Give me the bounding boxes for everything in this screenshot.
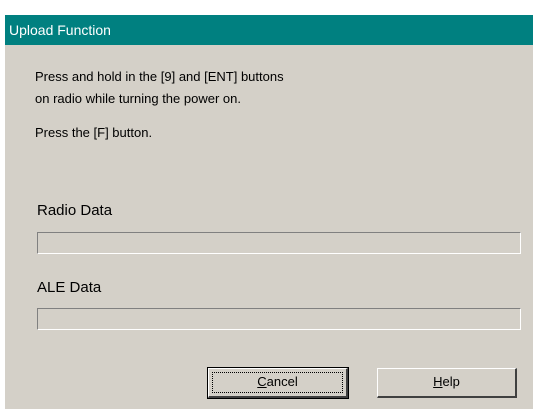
help-mnemonic: H: [433, 374, 443, 389]
cancel-label-rest: ancel: [266, 374, 298, 389]
dialog-title: Upload Function: [9, 22, 111, 38]
upload-function-dialog: Upload Function Press and hold in the [9…: [5, 15, 533, 409]
radio-data-progress-bar: [37, 232, 521, 254]
instruction-line-2: on radio while turning the power on.: [35, 91, 241, 106]
instruction-line-1: Press and hold in the [9] and [ENT] butt…: [35, 69, 284, 84]
radio-data-label: Radio Data: [37, 202, 113, 219]
instruction-line-3: Press the [F] button.: [35, 125, 153, 140]
ale-data-label: ALE Data: [37, 279, 102, 296]
ale-data-progress-bar: [37, 308, 521, 330]
help-button[interactable]: Help: [377, 368, 517, 398]
cancel-button[interactable]: Cancel: [207, 367, 349, 399]
help-label-rest: elp: [442, 374, 460, 389]
dialog-title-bar: Upload Function: [5, 15, 533, 45]
cancel-mnemonic: C: [257, 374, 267, 389]
